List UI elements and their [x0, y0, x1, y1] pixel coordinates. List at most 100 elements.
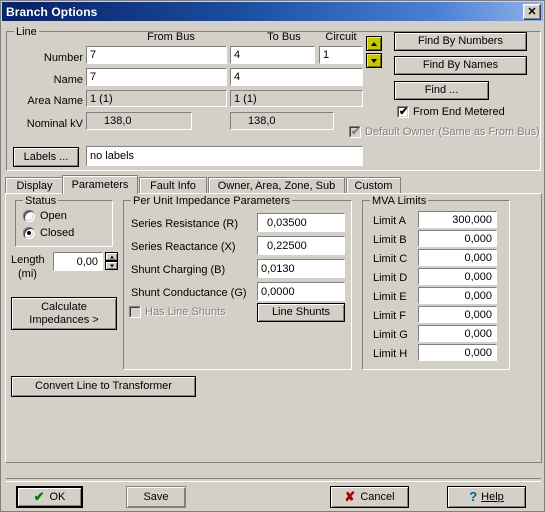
to-bus-number-field[interactable]: 4: [230, 46, 315, 64]
label-limit-e: Limit E: [373, 291, 407, 303]
tab-custom[interactable]: Custom: [346, 177, 401, 194]
checkbox-icon: ✔: [397, 106, 409, 118]
limit-b-field[interactable]: 0,000: [418, 230, 497, 247]
default-owner-checkbox: ✔ Default Owner (Same as From Bus): [349, 126, 540, 138]
tab-parameters[interactable]: Parameters: [62, 175, 138, 194]
find-button[interactable]: Find ...: [394, 81, 489, 100]
label-shunt-conductance: Shunt Conductance (G): [131, 287, 247, 299]
cancel-button-label: Cancel: [360, 490, 395, 503]
save-button-label: Save: [143, 490, 169, 503]
from-end-metered-checkbox[interactable]: ✔ From End Metered: [397, 106, 505, 118]
from-bus-number-field[interactable]: 7: [86, 46, 227, 64]
labels-button[interactable]: Labels ...: [13, 147, 79, 167]
cancel-button[interactable]: ✘ Cancel: [330, 486, 409, 508]
calculate-impedances-line1: Calculate: [41, 301, 87, 314]
help-button-label: elp: [489, 490, 504, 503]
tab-display[interactable]: Display: [5, 177, 64, 194]
label-series-resistance: Series Resistance (R): [131, 218, 238, 230]
spinner-down-button[interactable]: [366, 53, 382, 68]
label-area-name: Area Name: [27, 95, 83, 107]
question-mark-icon: ?: [469, 488, 478, 504]
label-limit-b: Limit B: [373, 234, 407, 246]
radio-icon-selected: [23, 227, 35, 239]
help-button-label-mnemonic: H: [481, 490, 490, 503]
triangle-up-icon: [109, 255, 114, 258]
tab-owner-area-zone-sub[interactable]: Owner, Area, Zone, Sub: [208, 177, 345, 194]
stepper-down-button[interactable]: [105, 261, 118, 270]
status-radio-open[interactable]: Open: [23, 210, 67, 222]
limit-e-field[interactable]: 0,000: [418, 287, 497, 304]
close-icon[interactable]: ✕: [523, 4, 541, 20]
column-header-circuit: Circuit: [325, 31, 357, 43]
branch-updown-spinner[interactable]: [366, 36, 382, 68]
has-line-shunts-label: Has Line Shunts: [145, 306, 226, 318]
label-series-reactance: Series Reactance (X): [131, 241, 236, 253]
length-label-line1: Length: [11, 254, 45, 266]
limit-f-field[interactable]: 0,000: [418, 306, 497, 323]
limit-c-field[interactable]: 0,000: [418, 249, 497, 266]
to-bus-nominal-kv-field: 138,0: [230, 112, 334, 130]
from-end-metered-label: From End Metered: [413, 106, 505, 118]
label-limit-g: Limit G: [373, 329, 408, 341]
label-nominal-kv: Nominal kV: [26, 118, 83, 130]
triangle-down-icon: [109, 264, 114, 267]
footer-divider: [6, 478, 541, 482]
line-shunts-button[interactable]: Line Shunts: [257, 303, 345, 322]
label-limit-a: Limit A: [373, 215, 407, 227]
limit-g-field[interactable]: 0,000: [418, 325, 497, 342]
calculate-impedances-line2: Impedances >: [29, 313, 99, 326]
ok-button[interactable]: ✔ OK: [16, 486, 83, 508]
limit-h-field[interactable]: 0,000: [418, 344, 497, 361]
x-icon: ✘: [344, 488, 356, 504]
branch-options-dialog: Branch Options ✕ Line From Bus To Bus Ci…: [0, 0, 545, 512]
spinner-up-button[interactable]: [366, 36, 382, 51]
length-label-line2: (mi): [18, 268, 37, 280]
shunt-conductance-field[interactable]: 0,0000: [257, 282, 345, 301]
limit-d-field[interactable]: 0,000: [418, 268, 497, 285]
save-button[interactable]: Save: [126, 486, 186, 508]
label-limit-d: Limit D: [373, 272, 408, 284]
circuit-field[interactable]: 1: [319, 46, 363, 64]
impedance-groupbox-title: Per Unit Impedance Parameters: [131, 195, 293, 207]
label-name: Name: [53, 74, 83, 86]
series-resistance-field[interactable]: 0,03500: [257, 213, 345, 232]
stepper-up-button[interactable]: [105, 252, 118, 261]
label-number: Number: [43, 52, 83, 64]
triangle-up-icon: [371, 41, 377, 46]
from-bus-nominal-kv-field: 138,0: [86, 112, 192, 130]
label-shunt-charging: Shunt Charging (B): [131, 264, 226, 276]
column-header-from-bus: From Bus: [147, 31, 195, 43]
to-bus-area-name-field: 1 (1): [230, 90, 363, 107]
convert-line-to-transformer-button[interactable]: Convert Line to Transformer: [11, 376, 196, 397]
shunt-charging-field[interactable]: 0,0130: [257, 259, 345, 278]
status-groupbox-title: Status: [23, 195, 59, 207]
length-field[interactable]: 0,00: [53, 252, 103, 271]
ok-button-label: OK: [49, 490, 66, 503]
from-bus-name-field[interactable]: 7: [86, 68, 227, 86]
has-line-shunts-checkbox: Has Line Shunts: [129, 306, 226, 318]
tab-strip: Display Parameters Fault Info Owner, Are…: [5, 175, 542, 194]
label-limit-h: Limit H: [373, 348, 408, 360]
find-by-names-button[interactable]: Find By Names: [394, 56, 527, 75]
default-owner-label: Default Owner (Same as From Bus): [365, 126, 540, 138]
find-by-numbers-button[interactable]: Find By Numbers: [394, 32, 527, 51]
line-groupbox-title: Line: [14, 26, 39, 38]
checkbox-icon-disabled: ✔: [349, 126, 361, 138]
radio-icon-unselected: [23, 210, 35, 222]
help-button[interactable]: ? Help: [447, 486, 526, 508]
series-reactance-field[interactable]: 0,22500: [257, 236, 345, 255]
mva-limits-groupbox-title: MVA Limits: [370, 195, 429, 207]
title-bar: Branch Options ✕: [2, 2, 543, 21]
tab-fault-info[interactable]: Fault Info: [139, 177, 207, 194]
length-stepper[interactable]: [105, 252, 118, 270]
label-limit-c: Limit C: [373, 253, 408, 265]
triangle-down-icon: [371, 58, 377, 63]
to-bus-name-field[interactable]: 4: [230, 68, 363, 86]
from-bus-area-name-field: 1 (1): [86, 90, 227, 107]
labels-value-field: no labels: [86, 146, 363, 166]
status-radio-closed[interactable]: Closed: [23, 227, 74, 239]
check-icon: ✔: [33, 488, 45, 504]
limit-a-field[interactable]: 300,000: [418, 211, 497, 228]
calculate-impedances-button[interactable]: Calculate Impedances >: [11, 297, 117, 330]
window-title: Branch Options: [6, 4, 98, 19]
